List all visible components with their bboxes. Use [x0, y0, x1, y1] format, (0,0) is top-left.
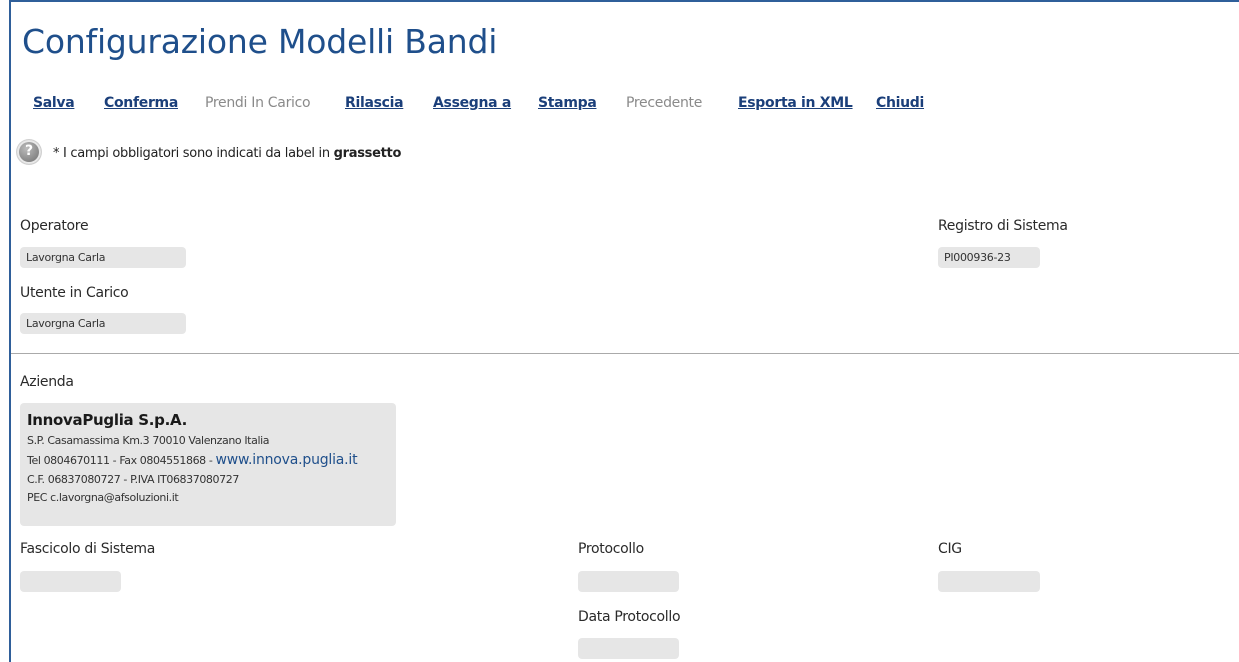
azienda-card: InnovaPuglia S.p.A. S.P. Casamassima Km.… — [20, 403, 396, 526]
save-button[interactable]: Salva — [33, 95, 75, 111]
azienda-label: Azienda — [20, 374, 74, 390]
company-address: S.P. Casamassima Km.3 70010 Valenzano It… — [27, 434, 270, 447]
mandatory-note-bold: grassetto — [333, 146, 402, 161]
company-name: InnovaPuglia S.p.A. — [27, 411, 188, 429]
section-divider — [11, 353, 1239, 354]
confirm-button[interactable]: Conferma — [104, 95, 178, 111]
registro-field: PI000936-23 — [938, 247, 1040, 268]
close-button[interactable]: Chiudi — [876, 95, 924, 111]
data-protocollo-label: Data Protocollo — [578, 609, 681, 625]
company-contacts: Tel 0804670111 - Fax 0804551868 - www.in… — [27, 452, 396, 468]
fascicolo-label: Fascicolo di Sistema — [20, 541, 156, 557]
print-button[interactable]: Stampa — [538, 95, 597, 111]
cig-field — [938, 571, 1040, 592]
mandatory-fields-note: * I campi obbligatori sono indicati da l… — [53, 146, 401, 161]
data-protocollo-field — [578, 638, 679, 659]
export-xml-button[interactable]: Esporta in XML — [738, 95, 853, 111]
window-frame-left — [9, 0, 11, 662]
mandatory-note-text: * I campi obbligatori sono indicati da l… — [53, 146, 330, 161]
company-pec: PEC c.lavorgna@afsoluzioni.it — [27, 491, 179, 504]
protocollo-field — [578, 571, 679, 592]
help-question-icon[interactable]: ? — [17, 140, 41, 164]
registro-label: Registro di Sistema — [938, 218, 1068, 234]
operatore-label: Operatore — [20, 218, 89, 234]
company-tax-ids: C.F. 06837080727 - P.IVA IT06837080727 — [27, 473, 239, 486]
fascicolo-field — [20, 571, 121, 592]
utente-in-carico-field: Lavorgna Carla — [20, 313, 186, 334]
protocollo-label: Protocollo — [578, 541, 644, 557]
cig-label: CIG — [938, 541, 962, 557]
page-title: Configurazione Modelli Bandi — [22, 22, 498, 61]
previous-button: Precedente — [626, 95, 703, 111]
take-charge-button: Prendi In Carico — [205, 95, 311, 111]
assign-button[interactable]: Assegna a — [433, 95, 511, 111]
company-website-link[interactable]: www.innova.puglia.it — [216, 452, 358, 468]
window-frame-top — [9, 0, 1239, 2]
operatore-field: Lavorgna Carla — [20, 247, 186, 268]
utente-in-carico-label: Utente in Carico — [20, 285, 129, 301]
release-button[interactable]: Rilascia — [345, 95, 404, 111]
company-phone-fax: Tel 0804670111 - Fax 0804551868 - — [27, 454, 213, 467]
